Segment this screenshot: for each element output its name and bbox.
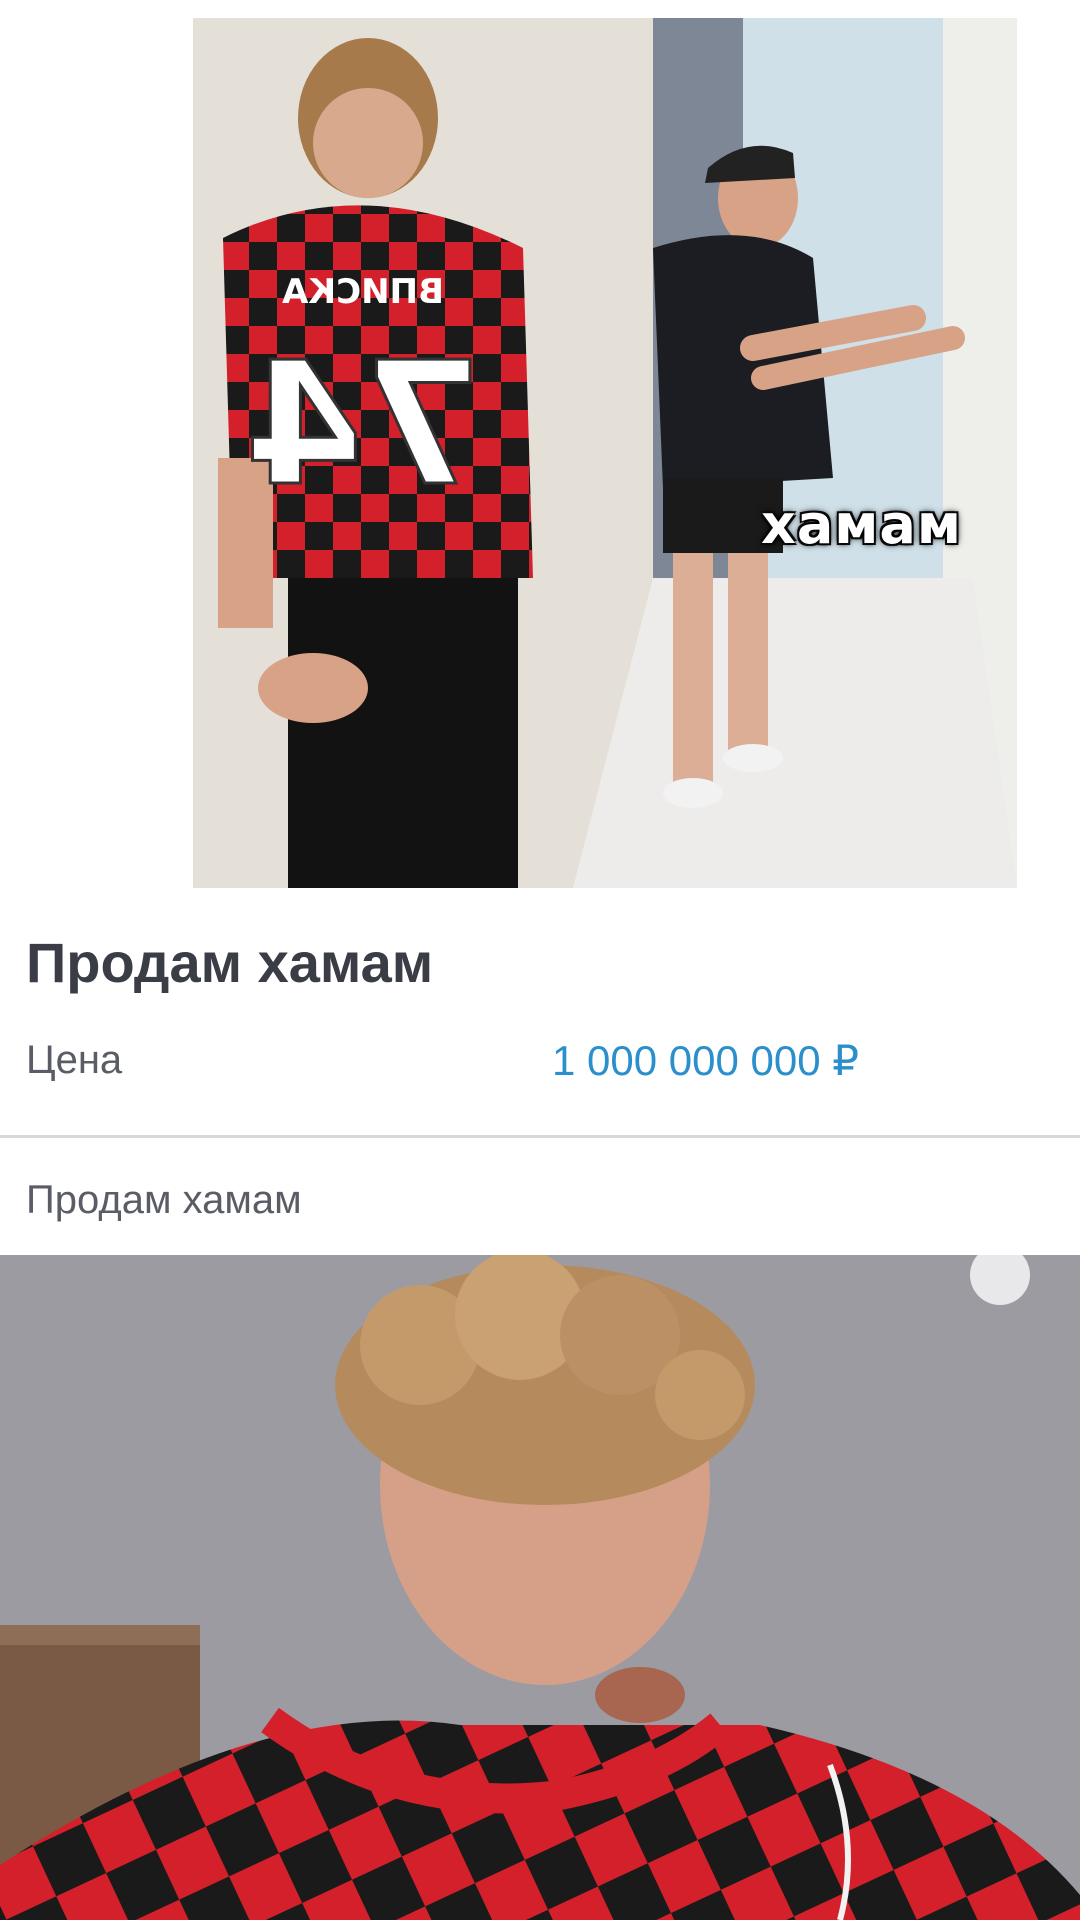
jersey-name-text: ВПИСКА [281,272,444,312]
price-value: 1 000 000 000 ₽ [552,1037,859,1084]
jersey-number-text: 74 [245,326,482,524]
divider [0,1135,1080,1138]
photo-caption: хамам [761,493,962,556]
listing-description: Продам хамам [26,1178,302,1222]
price-label: Цена [26,1038,123,1082]
listing-secondary-photo[interactable] [0,1255,1080,1920]
listing-main-photo[interactable]: ВПИСКА 74 хамам [193,18,1017,888]
listing-title: Продам хамам [26,931,434,994]
